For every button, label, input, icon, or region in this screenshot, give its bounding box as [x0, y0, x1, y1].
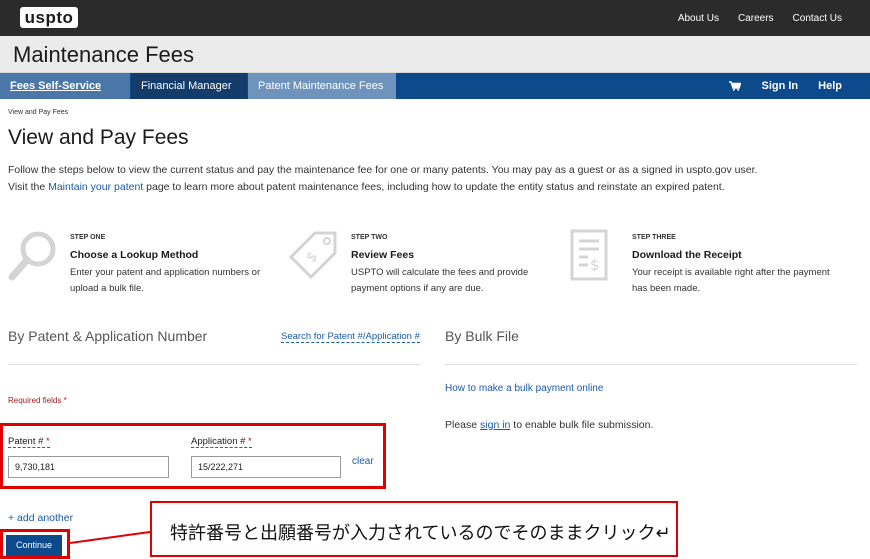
required-note: Required fields * [8, 396, 67, 405]
caret-down-icon [147, 110, 153, 115]
cart-icon[interactable] [729, 81, 742, 91]
intro-text-2: Visit the Maintain your patent page to l… [8, 181, 725, 193]
nav-financial-manager-label: Financial Manager [141, 80, 232, 92]
uspto-logo[interactable]: uspto [20, 7, 78, 28]
intro-pre: Visit the [8, 181, 49, 193]
annotation-text: 特許番号と出願番号が入力されているのでそのままクリック↵ [170, 523, 671, 544]
step-label: STEP THREE [632, 234, 676, 241]
svg-text:$: $ [303, 249, 321, 267]
required-star: * [43, 436, 50, 447]
nav-financial-manager[interactable]: Financial Manager [131, 73, 247, 115]
maintain-patent-link[interactable]: Maintain your patent [48, 181, 143, 193]
step-desc: USPTO will calculate the fees and provid… [351, 267, 529, 294]
magnifier-icon [8, 231, 56, 281]
add-another-link[interactable]: + add another [8, 512, 73, 524]
sign-in-link[interactable]: Sign In [761, 80, 798, 92]
clear-link[interactable]: clear [352, 456, 374, 467]
title-bar: Maintenance Fees [0, 36, 870, 73]
divider [8, 364, 421, 365]
help-link[interactable]: Help [818, 80, 842, 92]
annotation-callout: 特許番号と出願番号が入力されているのでそのままクリック↵ [150, 501, 678, 557]
bulk-signin-message: Please sign in to enable bulk file submi… [445, 419, 653, 431]
patent-section-heading: By Patent & Application Number [8, 328, 208, 344]
step-title: Review Fees [351, 249, 415, 261]
svg-text:$: $ [590, 256, 600, 274]
patent-label-text: Patent # [8, 436, 44, 447]
application-label-text: Application # [191, 436, 246, 447]
intro-post: page to learn more about patent maintena… [143, 181, 725, 193]
contact-us-link[interactable]: Contact Us [793, 13, 842, 24]
nav-patent-maintenance-fees[interactable]: Patent Maintenance Fees [248, 73, 396, 115]
patent-label: Patent # * [8, 436, 50, 448]
search-patent-link[interactable]: Search for Patent #/Application # [281, 331, 420, 343]
top-links: About Us Careers Contact Us [678, 0, 842, 36]
intro-text: Follow the steps below to view the curre… [8, 164, 758, 176]
main-nav: Fees Self-Service Portal Financial Manag… [0, 73, 870, 118]
page-title: View and Pay Fees [8, 126, 189, 149]
callout-arrow [70, 531, 150, 544]
step-label: STEP TWO [351, 234, 388, 241]
bulk-msg-post: to enable bulk file submission. [510, 419, 654, 431]
bulk-msg-pre: Please [445, 419, 481, 431]
step-title: Download the Receipt [632, 249, 742, 261]
required-star: * [245, 436, 252, 447]
caret-down-icon [264, 110, 270, 115]
app-title: Maintenance Fees [13, 42, 194, 67]
application-label: Application # * [191, 436, 252, 448]
step-desc: Your receipt is available right after th… [632, 267, 830, 294]
bulk-payment-help-link[interactable]: How to make a bulk payment online [445, 383, 603, 394]
careers-link[interactable]: Careers [738, 13, 774, 24]
divider [445, 364, 857, 365]
bulk-section-heading: By Bulk File [445, 328, 519, 344]
nav-right: Sign In Help [729, 73, 842, 99]
about-us-link[interactable]: About Us [678, 13, 719, 24]
step-title: Choose a Lookup Method [70, 249, 199, 261]
continue-button[interactable]: Continue [6, 535, 62, 556]
top-bar: uspto About Us Careers Contact Us [0, 0, 870, 36]
breadcrumb[interactable]: View and Pay Fees [8, 109, 68, 116]
price-tag-icon: $ [289, 231, 337, 280]
application-number-input[interactable] [191, 456, 341, 478]
step-label: STEP ONE [70, 234, 106, 241]
receipt-icon: $ [570, 229, 608, 281]
bulk-sign-in-link[interactable]: sign in [480, 419, 510, 431]
nav-patent-maintenance-fees-label: Patent Maintenance Fees [258, 80, 384, 92]
step-desc: Enter your patent and application number… [70, 267, 261, 294]
patent-number-input[interactable] [8, 456, 169, 478]
nav-fees-portal[interactable]: Fees Self-Service Portal [0, 73, 130, 118]
